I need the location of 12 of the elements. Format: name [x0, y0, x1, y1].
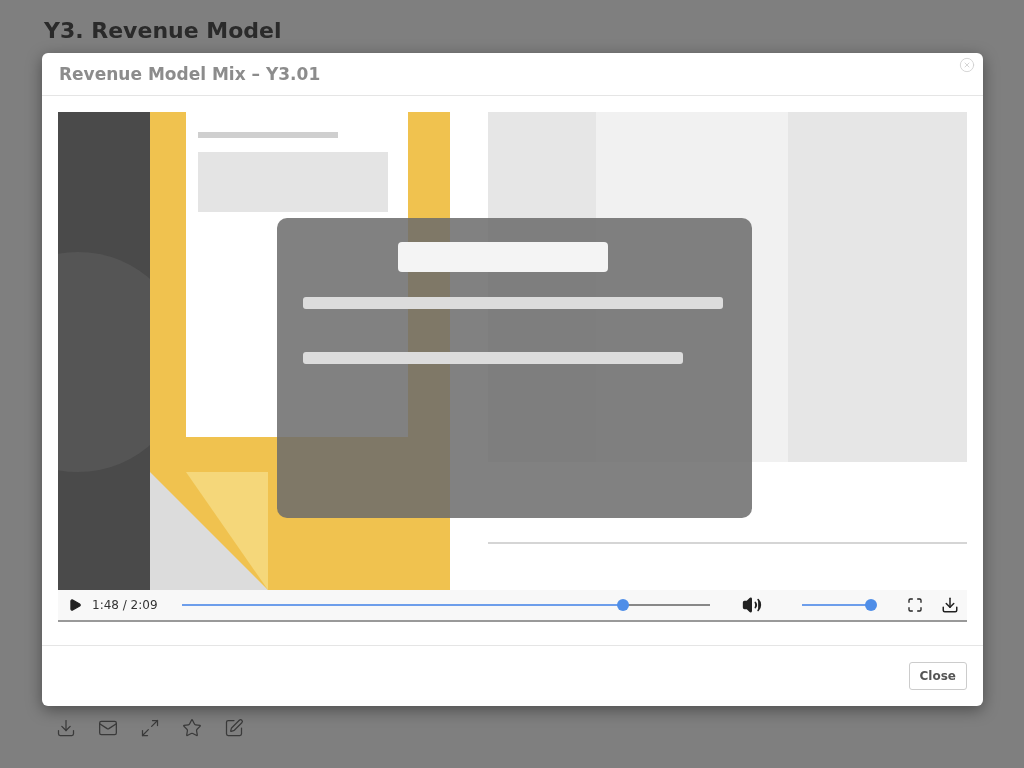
dialog-title: Revenue Model Mix – Y3.01	[59, 64, 321, 84]
mail-icon[interactable]	[98, 718, 118, 738]
download-icon[interactable]	[941, 596, 959, 614]
close-button[interactable]: Close	[908, 662, 967, 690]
fullscreen-icon[interactable]	[907, 597, 923, 613]
page-title: Y3. Revenue Model	[44, 18, 282, 43]
video-time: 1:48 / 2:09	[92, 598, 158, 612]
edit-icon[interactable]	[224, 718, 244, 738]
volume-icon[interactable]	[742, 595, 762, 615]
expand-icon[interactable]	[140, 718, 160, 738]
star-icon[interactable]	[182, 718, 202, 738]
play-icon[interactable]	[68, 598, 82, 612]
